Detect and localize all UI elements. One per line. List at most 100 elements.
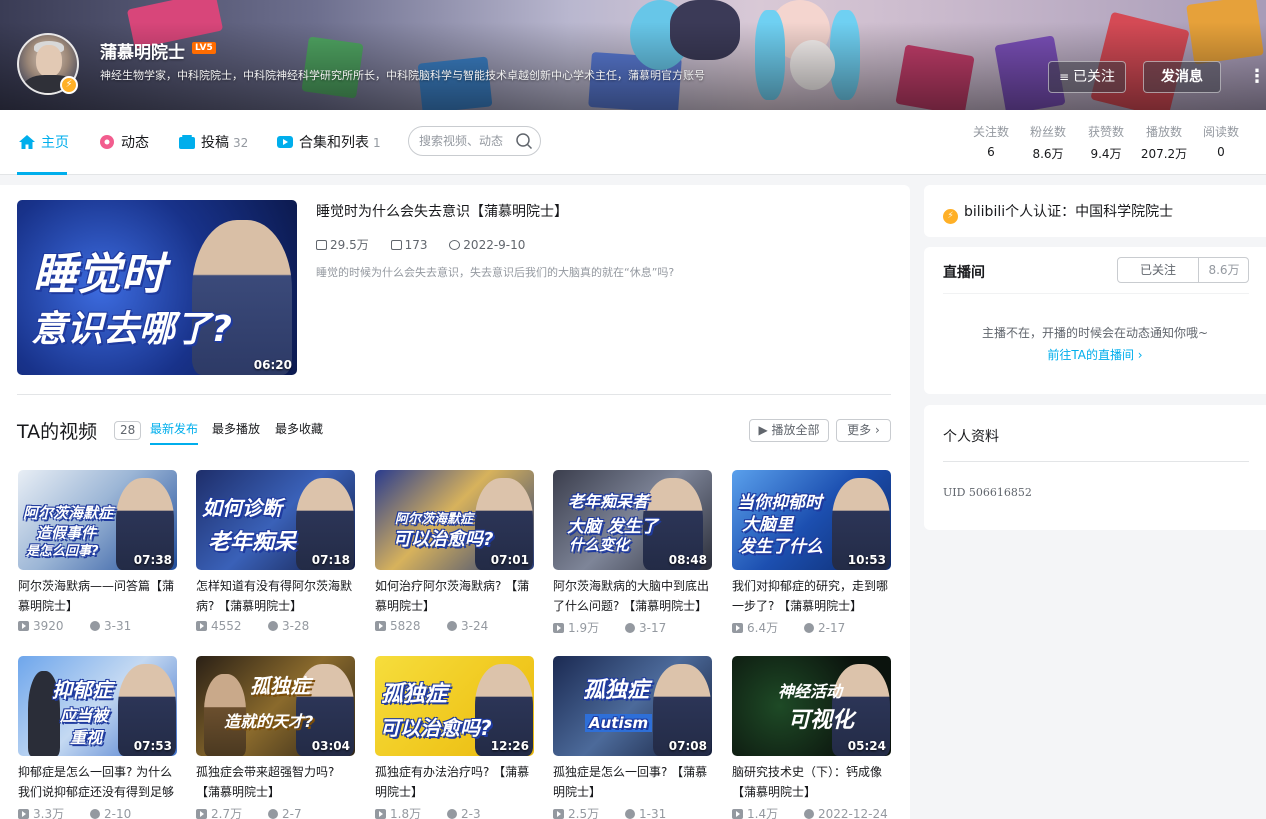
top-video-desc: 睡觉的时候为什么会失去意识，失去意识后我们的大脑真的就在“休息”吗? [316,266,675,279]
clock-icon [90,621,100,631]
stat-likes: 获赞数 9.4万 [1087,125,1124,161]
video-card[interactable]: 孤独症 造就的天才? 03:04 孤独症会带来超强智力吗? 【蒲慕明院士】 2.… [196,656,355,819]
search-box [408,126,541,156]
dynamic-icon [100,135,114,149]
play-all-button[interactable]: ▶ 播放全部 [749,419,829,442]
main-content: 睡觉时 意识去哪了? 06:20 睡觉时为什么会失去意识【蒲慕明院士】 29.5… [0,185,910,819]
auth-text: bilibili个人认证：中国科学院院士 [964,204,1174,220]
video-card[interactable]: 如何诊断 老年痴呆 07:18 怎样知道有没有得阿尔茨海默病? 【蒲慕明院士】 … [196,470,355,633]
top-video-meta: 29.5万 173 2022-9-10 [316,236,543,253]
play-count-icon [375,621,386,631]
sort-most-played[interactable]: 最多播放 [212,420,260,437]
more-videos-button[interactable]: 更多 › [836,419,891,442]
uid-text: UID 506616852 [943,486,1032,499]
clock-icon [447,621,457,631]
play-count-icon [553,623,564,633]
live-offline-message: 主播不在，开播的时候会在动态通知你哦~ [981,326,1209,340]
tab-uploads[interactable]: 投稿 32 [178,132,248,154]
video-thumbnail[interactable]: 孤独症 造就的天才? 03:04 [196,656,355,756]
clock-icon [447,809,457,819]
search-icon[interactable] [515,132,533,150]
video-thumbnail[interactable]: 孤独症 可以治愈吗? 12:26 [375,656,534,756]
stat-fans[interactable]: 粉丝数 8.6万 [1020,123,1076,162]
more-options-icon[interactable]: ⋮ [1248,64,1266,90]
send-message-button[interactable]: 发消息 [1143,61,1221,93]
clock-icon [625,809,635,819]
clock-icon [268,809,278,819]
video-icon [179,135,195,149]
video-card[interactable]: 神经活动 可视化 05:24 脑研究技术史（下）：钙成像【蒲慕明院士】 1.4万… [732,656,891,819]
videos-count: 28 [114,421,142,440]
danmaku-icon [390,240,402,250]
video-title: 脑研究技术史（下）：钙成像【蒲慕明院士】 [732,765,883,799]
video-title: 抑郁症是怎么一回事? 为什么我们说抑郁症还没有得到足够 [18,765,175,799]
stat-plays: 播放数 207.2万 [1140,125,1188,161]
play-count-icon [732,809,743,819]
chevron-right-icon: › [871,423,880,437]
stat-following[interactable]: 关注数 6 [963,123,1019,159]
play-count-icon [18,621,29,631]
tab-dynamic[interactable]: 动态 [98,132,149,154]
video-title: 我们对抑郁症的研究，走到哪一步了? 【蒲慕明院士】 [732,579,889,613]
menu-icon: ≡ [1058,70,1070,84]
play-count-icon [375,809,386,819]
profile-info-title: 个人资料 [943,429,999,445]
play-icon: ▶ [758,423,772,437]
video-card[interactable]: 孤独症 Autism 07:08 孤独症是怎么一回事? 【蒲慕明院士】 2.5万… [553,656,712,819]
video-thumbnail[interactable]: 如何诊断 老年痴呆 07:18 [196,470,355,570]
playlist-icon [277,136,293,148]
go-live-room-link[interactable]: 前往TA的直播间 › [924,346,1266,363]
video-card[interactable]: 阿尔茨海默症 造假事件 是怎么回事? 07:38 阿尔茨海默病——问答篇【蒲慕明… [18,470,177,633]
play-count-icon [18,809,29,819]
level-badge: LV5 [192,42,216,54]
video-thumbnail[interactable]: 阿尔茨海默症 造假事件 是怎么回事? 07:38 [18,470,177,570]
video-title: 阿尔茨海默病的大脑中到底出了什么问题? 【蒲慕明院士】 [553,579,710,613]
tab-home[interactable]: 主页 [18,132,69,154]
sort-latest[interactable]: 最新发布 [150,420,198,437]
followed-button[interactable]: ≡ 已关注 [1048,61,1126,93]
search-input[interactable] [419,133,511,149]
username: 蒲慕明院士 [100,43,185,63]
play-count-icon [196,621,207,631]
profile-nav: 主页 动态 投稿32 合集和列表1 关注数6 粉丝数8.6万 获赞数9.4万 播… [0,110,1266,175]
video-thumbnail[interactable]: 神经活动 可视化 05:24 [732,656,891,756]
video-card[interactable]: 老年痴呆者 大脑 发生了 什么变化 08:48 阿尔茨海默病的大脑中到底出了什么… [553,470,712,636]
live-follow-button[interactable]: 已关注 8.6万 [1117,257,1249,283]
top-video-title[interactable]: 睡觉时为什么会失去意识【蒲慕明院士】 [316,201,568,221]
video-card[interactable]: 抑郁症 应当被 重视 07:53 抑郁症是怎么一回事? 为什么我们说抑郁症还没有… [18,656,177,819]
video-thumbnail[interactable]: 当你抑郁时 大脑里 发生了什么 10:53 [732,470,891,570]
video-title: 如何治疗阿尔茨海默病? 【蒲慕明院士】 [375,579,530,613]
video-card[interactable]: 孤独症 可以治愈吗? 12:26 孤独症有办法治疗吗? 【蒲慕明院士】 1.8万… [375,656,534,819]
chevron-right-icon: › [1133,348,1143,362]
video-thumbnail[interactable]: 抑郁症 应当被 重视 07:53 [18,656,177,756]
live-room-title: 直播间 [943,265,985,281]
video-title: 孤独症会带来超强智力吗? 【蒲慕明院士】 [196,765,335,799]
top-video-thumbnail[interactable]: 睡觉时 意识去哪了? 06:20 [17,200,297,375]
play-count-icon [553,809,564,819]
videos-section-title: TA的视频 [17,421,98,443]
tab-collections[interactable]: 合集和列表 1 [276,132,381,154]
clock-icon [90,809,100,819]
home-icon [19,135,35,149]
video-title: 孤独症有办法治疗吗? 【蒲慕明院士】 [375,765,530,799]
bilibili-verify-icon: ⚡ [943,209,958,224]
video-thumbnail[interactable]: 阿尔茨海默症 可以治愈吗? 07:01 [375,470,534,570]
clock-icon [804,623,814,633]
video-title: 阿尔茨海默病——问答篇【蒲慕明院士】 [18,579,175,613]
video-thumbnail[interactable]: 孤独症 Autism 07:08 [553,656,712,756]
verified-badge-icon: ⚡ [60,76,78,94]
video-card[interactable]: 阿尔茨海默症 可以治愈吗? 07:01 如何治疗阿尔茨海默病? 【蒲慕明院士】 … [375,470,534,633]
video-title: 孤独症是怎么一回事? 【蒲慕明院士】 [553,765,708,799]
play-count-icon [732,623,743,633]
stat-reads: 阅读数 0 [1202,125,1239,159]
clock-icon [449,240,461,250]
clock-icon [268,621,278,631]
live-room-panel: 直播间 已关注 8.6万 主播不在，开播的时候会在动态通知你哦~ 前往TA的直播间… [924,247,1266,394]
sort-most-favorited[interactable]: 最多收藏 [275,420,323,437]
play-count-icon [316,240,327,250]
clock-icon [625,623,635,633]
play-count-icon [196,809,207,819]
video-thumbnail[interactable]: 老年痴呆者 大脑 发生了 什么变化 08:48 [553,470,712,570]
video-card[interactable]: 当你抑郁时 大脑里 发生了什么 10:53 我们对抑郁症的研究，走到哪一步了? … [732,470,891,636]
video-title: 怎样知道有没有得阿尔茨海默病? 【蒲慕明院士】 [196,579,353,613]
